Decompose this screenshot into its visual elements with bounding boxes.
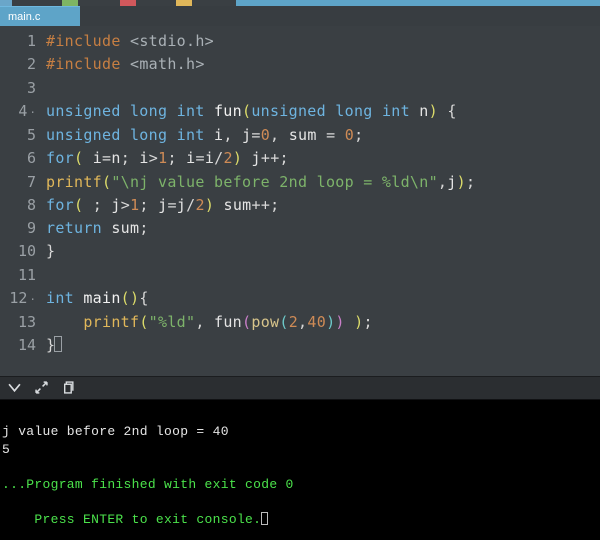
code-line[interactable]: 11 (0, 264, 600, 287)
code-line[interactable]: 13 printf("%ld", fun(pow(2,40)) ); (0, 311, 600, 334)
code-content[interactable]: int main(){ (46, 287, 600, 311)
code-line[interactable]: 6for( i=n; i>1; i=i/2) j++; (0, 147, 600, 170)
terminal-toolbar (0, 376, 600, 400)
expand-icon[interactable] (35, 381, 48, 394)
code-line[interactable]: 9return sum; (0, 217, 600, 240)
code-line[interactable]: 2#include <math.h> (0, 53, 600, 76)
terminal-line: 5 (2, 441, 598, 459)
terminal-prompt-text: Press ENTER to exit console. (34, 512, 261, 527)
gutter-line-number: 4· (0, 100, 46, 124)
gutter-line-number: 8 (0, 194, 46, 217)
gutter-line-number: 2 (0, 53, 46, 76)
gutter-line-number: 7 (0, 171, 46, 194)
gutter-line-number: 14 (0, 334, 46, 357)
terminal-finished-line: ...Program finished with exit code 0 (2, 476, 598, 494)
code-content[interactable]: } (46, 240, 600, 263)
gutter-line-number: 3 (0, 77, 46, 100)
code-content[interactable]: printf("%ld", fun(pow(2,40)) ); (46, 311, 600, 334)
code-content[interactable]: #include <stdio.h> (46, 30, 600, 53)
gutter-line-number: 5 (0, 124, 46, 147)
code-line[interactable]: 1#include <stdio.h> (0, 30, 600, 53)
terminal-output[interactable]: j value before 2nd loop = 40 5 ...Progra… (0, 400, 600, 540)
terminal-blank-line (2, 458, 598, 476)
gutter-line-number: 9 (0, 217, 46, 240)
editor-terminal-gap (0, 358, 600, 376)
code-line[interactable]: 10} (0, 240, 600, 263)
terminal-cursor (261, 512, 268, 525)
code-line[interactable]: 8for( ; j>1; j=j/2) sum++; (0, 194, 600, 217)
copy-icon[interactable] (62, 381, 75, 394)
file-tab-label: main.c (8, 11, 40, 23)
code-line[interactable]: 14} (0, 334, 600, 357)
gutter-line-number: 13 (0, 311, 46, 334)
code-content[interactable] (46, 264, 600, 287)
code-content[interactable]: printf("\nj value before 2nd loop = %ld\… (46, 171, 600, 194)
terminal-line: j value before 2nd loop = 40 (2, 423, 598, 441)
terminal-blank-line (2, 406, 598, 424)
gutter-line-number: 12· (0, 287, 46, 311)
code-content[interactable]: return sum; (46, 217, 600, 240)
file-tab-main-c[interactable]: main.c (0, 6, 80, 26)
code-line[interactable]: 12·int main(){ (0, 287, 600, 311)
terminal-prompt-line: Press ENTER to exit console. (2, 493, 598, 540)
gutter-line-number: 6 (0, 147, 46, 170)
code-line[interactable]: 3 (0, 77, 600, 100)
code-content[interactable]: for( ; j>1; j=j/2) sum++; (46, 194, 600, 217)
code-content[interactable]: unsigned long int i, j=0, sum = 0; (46, 124, 600, 147)
window-accent-bar (0, 0, 600, 6)
code-line[interactable]: 5unsigned long int i, j=0, sum = 0; (0, 124, 600, 147)
gutter-line-number: 1 (0, 30, 46, 53)
code-editor[interactable]: 1#include <stdio.h>2#include <math.h>34·… (0, 26, 600, 358)
chevron-down-icon[interactable] (8, 381, 21, 394)
code-line[interactable]: 7printf("\nj value before 2nd loop = %ld… (0, 171, 600, 194)
code-content[interactable]: unsigned long int fun(unsigned long int … (46, 100, 600, 124)
tab-strip: main.c (0, 6, 600, 26)
code-content[interactable]: for( i=n; i>1; i=i/2) j++; (46, 147, 600, 170)
gutter-line-number: 11 (0, 264, 46, 287)
code-line[interactable]: 4·unsigned long int fun(unsigned long in… (0, 100, 600, 124)
code-content[interactable]: #include <math.h> (46, 53, 600, 76)
gutter-line-number: 10 (0, 240, 46, 263)
code-content[interactable] (46, 77, 600, 100)
code-content[interactable]: } (46, 334, 600, 357)
